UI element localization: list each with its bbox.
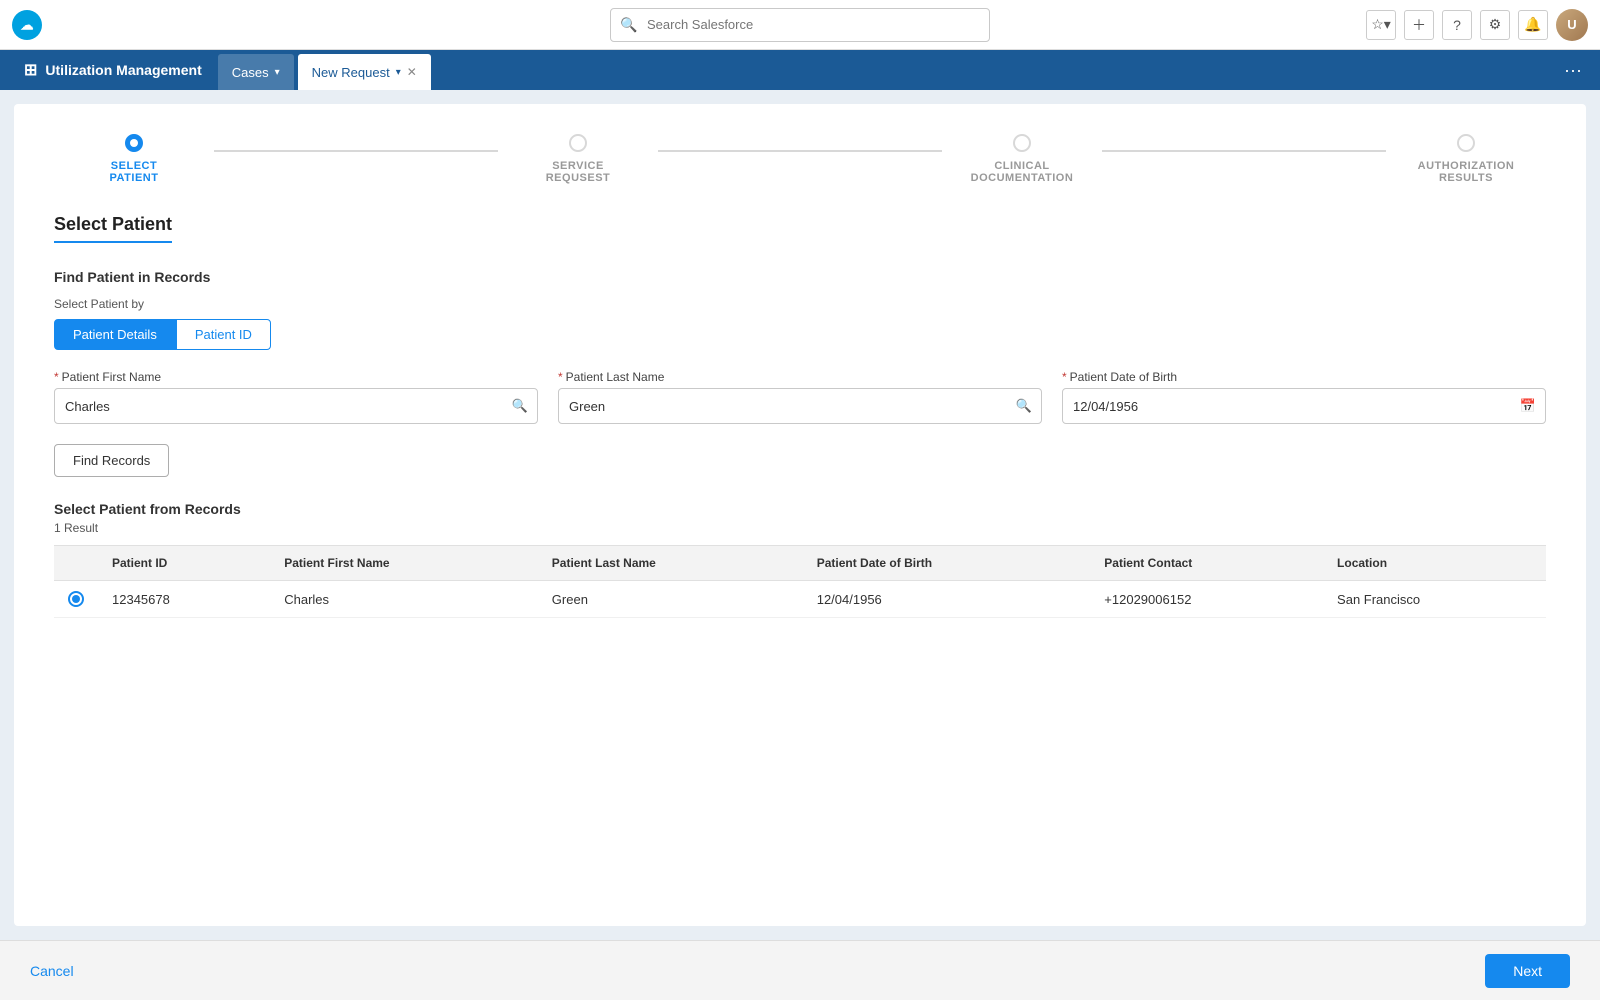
step-connector-3 xyxy=(1102,150,1386,152)
topbar-left: ☁ xyxy=(12,10,42,40)
patient-search-form-row: *Patient First Name 🔍 *Patient Last Name… xyxy=(54,370,1546,424)
search-icon: 🔍 xyxy=(620,16,637,33)
patient-search-tabs: Patient Details Patient ID xyxy=(54,319,1546,350)
section-find-patient: Find Patient in Records xyxy=(54,269,1546,285)
dob-input[interactable] xyxy=(1062,388,1546,424)
step-auth-results: AUTHORIZATIONRESULTS xyxy=(1386,134,1546,184)
app-name-label: Utilization Management xyxy=(45,62,201,78)
dob-input-wrapper: 📅 xyxy=(1062,388,1546,424)
cell-contact: +12029006152 xyxy=(1090,581,1323,618)
last-name-input[interactable] xyxy=(558,388,1042,424)
step-circle-2 xyxy=(569,134,587,152)
svg-text:☁: ☁ xyxy=(20,17,33,32)
col-location: Location xyxy=(1323,546,1546,581)
results-table: Patient ID Patient First Name Patient La… xyxy=(54,545,1546,618)
step-label-4: AUTHORIZATIONRESULTS xyxy=(1418,160,1515,184)
step-circle-3 xyxy=(1013,134,1031,152)
row-radio-button[interactable] xyxy=(68,591,84,607)
row-select-cell[interactable] xyxy=(54,581,98,618)
step-circle-1 xyxy=(125,134,143,152)
new-request-chevron-icon: ▾ xyxy=(396,67,401,78)
first-name-group: *Patient First Name 🔍 xyxy=(54,370,538,424)
notifications-button[interactable]: 🔔 xyxy=(1518,10,1548,40)
results-title: Select Patient from Records xyxy=(54,501,1546,517)
cell-last-name: Green xyxy=(538,581,803,618)
add-button[interactable]: ＋ xyxy=(1404,10,1434,40)
last-name-group: *Patient Last Name 🔍 xyxy=(558,370,1042,424)
table-row: 12345678 Charles Green 12/04/1956 +12029… xyxy=(54,581,1546,618)
next-button[interactable]: Next xyxy=(1485,954,1570,988)
last-name-required: * xyxy=(558,370,563,384)
search-input[interactable] xyxy=(610,8,990,42)
results-table-header: Patient ID Patient First Name Patient La… xyxy=(54,546,1546,581)
grid-icon: ⊞ xyxy=(24,60,37,80)
cases-chevron-icon: ▾ xyxy=(275,67,280,78)
tab-new-request[interactable]: New Request ▾ ✕ xyxy=(298,54,431,90)
step-service-request: SERVICEREQUSEST xyxy=(498,134,658,184)
cell-patient-id: 12345678 xyxy=(98,581,270,618)
first-name-required: * xyxy=(54,370,59,384)
footer: Cancel Next xyxy=(0,940,1600,1000)
step-label-2: SERVICEREQUSEST xyxy=(546,160,611,184)
dob-label: *Patient Date of Birth xyxy=(1062,370,1546,384)
first-name-input-wrapper: 🔍 xyxy=(54,388,538,424)
new-request-close-icon[interactable]: ✕ xyxy=(407,65,417,79)
tab-btn-patient-details[interactable]: Patient Details xyxy=(54,319,176,350)
avatar-image: U xyxy=(1556,9,1588,41)
dob-required: * xyxy=(1062,370,1067,384)
step-connector-2 xyxy=(658,150,942,152)
col-first-name: Patient First Name xyxy=(270,546,538,581)
first-name-input[interactable] xyxy=(54,388,538,424)
step-label-3: CLINICALDOCUMENTATION xyxy=(971,160,1074,184)
app-name-area: ⊞ Utilization Management xyxy=(8,50,218,90)
dob-group: *Patient Date of Birth 📅 xyxy=(1062,370,1546,424)
tab-cases[interactable]: Cases ▾ xyxy=(218,54,294,90)
tab-btn-patient-id[interactable]: Patient ID xyxy=(176,319,271,350)
tab-cases-label: Cases xyxy=(232,65,269,80)
cell-location: San Francisco xyxy=(1323,581,1546,618)
tab-new-request-label: New Request xyxy=(312,65,390,80)
step-label-1: SELECTPATIENT xyxy=(110,160,159,184)
topbar: ☁ 🔍 ☆▾ ＋ ? ⚙ 🔔 U xyxy=(0,0,1600,50)
col-patient-id: Patient ID xyxy=(98,546,270,581)
col-contact: Patient Contact xyxy=(1090,546,1323,581)
main-card: SELECTPATIENT SERVICEREQUSEST CLINICALDO… xyxy=(14,104,1586,926)
stepper: SELECTPATIENT SERVICEREQUSEST CLINICALDO… xyxy=(54,134,1546,184)
page-title: Select Patient xyxy=(54,214,172,243)
results-section: Select Patient from Records 1 Result Pat… xyxy=(54,501,1546,618)
avatar[interactable]: U xyxy=(1556,9,1588,41)
results-table-body: 12345678 Charles Green 12/04/1956 +12029… xyxy=(54,581,1546,618)
results-count: 1 Result xyxy=(54,521,1546,535)
help-button[interactable]: ? xyxy=(1442,10,1472,40)
settings-button[interactable]: ⚙ xyxy=(1480,10,1510,40)
step-circle-4 xyxy=(1457,134,1475,152)
favorites-button[interactable]: ☆▾ xyxy=(1366,10,1396,40)
cell-dob: 12/04/1956 xyxy=(803,581,1091,618)
last-name-search-icon[interactable]: 🔍 xyxy=(1016,398,1032,414)
select-patient-by-label: Select Patient by xyxy=(54,297,1546,311)
find-records-button[interactable]: Find Records xyxy=(54,444,169,477)
col-select xyxy=(54,546,98,581)
step-connector-1 xyxy=(214,150,498,152)
salesforce-logo: ☁ xyxy=(12,10,42,40)
first-name-search-icon[interactable]: 🔍 xyxy=(512,398,528,414)
tabs-bar: ⊞ Utilization Management Cases ▾ New Req… xyxy=(0,50,1600,90)
last-name-label: *Patient Last Name xyxy=(558,370,1042,384)
calendar-icon[interactable]: 📅 xyxy=(1520,398,1536,414)
step-clinical-doc: CLINICALDOCUMENTATION xyxy=(942,134,1102,184)
cancel-button[interactable]: Cancel xyxy=(30,963,74,979)
search-area[interactable]: 🔍 xyxy=(610,8,990,42)
tabs-more-button[interactable]: ··· xyxy=(1554,50,1592,90)
step-select-patient: SELECTPATIENT xyxy=(54,134,214,184)
first-name-label: *Patient First Name xyxy=(54,370,538,384)
last-name-input-wrapper: 🔍 xyxy=(558,388,1042,424)
col-last-name: Patient Last Name xyxy=(538,546,803,581)
topbar-right: ☆▾ ＋ ? ⚙ 🔔 U xyxy=(1366,9,1588,41)
col-dob: Patient Date of Birth xyxy=(803,546,1091,581)
main-wrapper: SELECTPATIENT SERVICEREQUSEST CLINICALDO… xyxy=(0,90,1600,940)
cell-first-name: Charles xyxy=(270,581,538,618)
